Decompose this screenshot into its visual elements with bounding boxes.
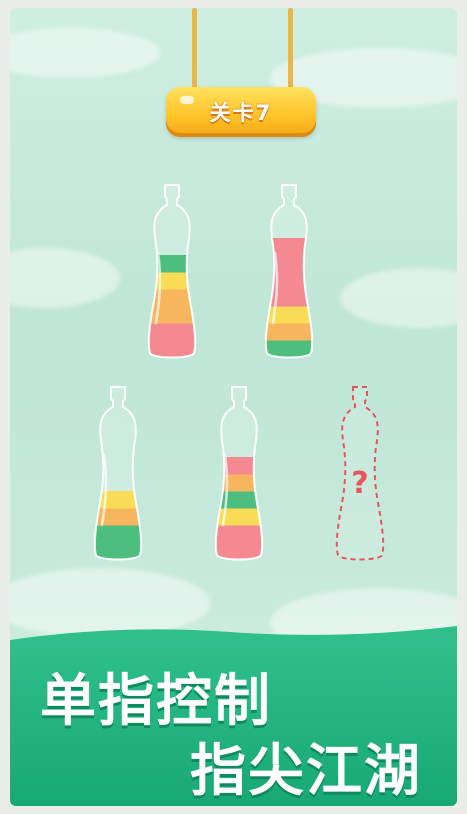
bottle-outline [214,386,264,561]
slogan-line-1: 单指控制 [40,669,272,734]
cloud-decoration [340,268,457,328]
slogan-line-2: 指尖江湖 [190,739,422,804]
question-mark: ? [351,466,368,501]
cloud-decoration [10,248,120,308]
game-screen: 关卡7 ? 单指控制 指尖江湖 [10,8,457,806]
level-badge: 关卡7 [166,87,316,137]
bottle-outline [264,184,314,359]
bottle-outline [93,386,143,561]
rope-right [288,8,293,94]
bottle-2[interactable] [261,183,317,361]
rope-left [192,8,197,94]
band-wave [10,626,457,646]
bottle-4[interactable] [211,385,267,563]
bottle-1[interactable] [144,183,200,361]
bottle-outline [147,184,197,359]
bottle-3[interactable] [90,385,146,563]
bottle-5-empty[interactable]: ? [332,385,388,563]
cloud-decoration [10,28,160,78]
level-label: 关卡7 [209,101,273,125]
